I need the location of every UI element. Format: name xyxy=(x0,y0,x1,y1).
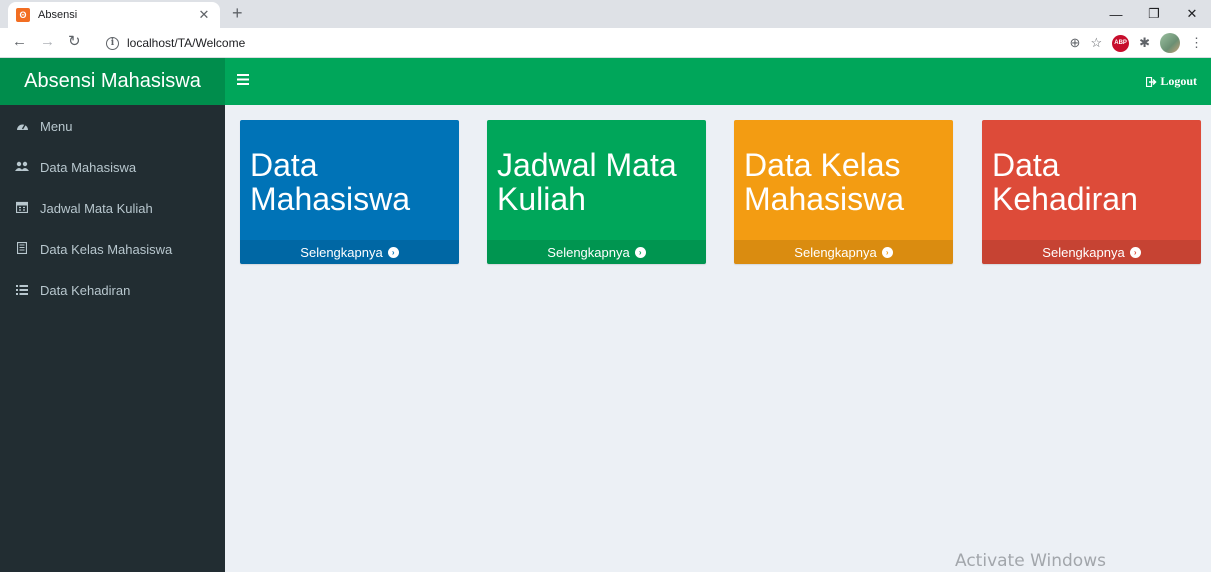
sidebar-item-data-kehadiran[interactable]: Data Kehadiran xyxy=(0,270,225,311)
browser-tab[interactable]: ʘ Absensi ✕ xyxy=(8,2,220,28)
info-box-data-kehadiran: Data Kehadiran Selengkapnya › xyxy=(982,120,1201,264)
dashboard-icon xyxy=(15,120,29,134)
top-navbar: Logout xyxy=(225,58,1211,105)
bookmark-star-icon[interactable]: ☆ xyxy=(1090,34,1102,52)
sidebar-item-label: Data Kelas Mahasiswa xyxy=(40,242,173,257)
sidebar-item-jadwal-mata-kuliah[interactable]: Jadwal Mata Kuliah xyxy=(0,188,225,229)
arrow-circle-right-icon: › xyxy=(881,246,893,258)
minimize-button[interactable]: — xyxy=(1097,0,1135,28)
arrow-circle-right-icon: › xyxy=(634,246,646,258)
restore-button[interactable]: ❐ xyxy=(1135,0,1173,28)
adblock-plus-icon[interactable]: ABP xyxy=(1112,34,1130,52)
footer-label: Selengkapnya xyxy=(547,244,630,260)
sidebar-item-menu[interactable]: Menu xyxy=(0,106,225,147)
more-info-link[interactable]: Selengkapnya › xyxy=(240,240,459,264)
box-title: Data Kelas Mahasiswa xyxy=(744,147,905,217)
sidebar: Menu Data Mahasiswa Jadwal Mata Kuliah D… xyxy=(0,105,225,572)
zoom-icon[interactable]: ⊕ xyxy=(1070,34,1081,52)
browser-tab-bar: ʘ Absensi ✕ + — ❐ ✕ xyxy=(0,0,1211,28)
calendar-icon xyxy=(15,201,29,216)
tab-title: Absensi xyxy=(38,9,78,21)
profile-avatar[interactable] xyxy=(1160,33,1180,53)
book-icon xyxy=(15,241,29,257)
info-box-jadwal-mata-kuliah: Jadwal Mata Kuliah Selengkapnya › xyxy=(487,120,706,264)
extension-icons: ⊕ ☆ ABP ✱ ⋮ xyxy=(1070,33,1203,53)
bars-icon[interactable] xyxy=(237,72,249,90)
footer-label: Selengkapnya xyxy=(300,244,383,260)
sidebar-item-data-mahasiswa[interactable]: Data Mahasiswa xyxy=(0,147,225,188)
sidebar-item-label: Data Kehadiran xyxy=(40,283,131,298)
url-text[interactable]: localhost/TA/Welcome xyxy=(127,36,245,50)
forward-icon[interactable]: → xyxy=(40,33,55,51)
more-info-link[interactable]: Selengkapnya › xyxy=(487,240,706,264)
close-window-button[interactable]: ✕ xyxy=(1173,0,1211,28)
address-bar[interactable]: i localhost/TA/Welcome xyxy=(96,32,1086,54)
list-icon xyxy=(15,284,29,298)
logout-button[interactable]: Logout xyxy=(1146,74,1197,89)
more-info-link[interactable]: Selengkapnya › xyxy=(734,240,953,264)
info-box-data-mahasiswa: Data Mahasiswa Selengkapnya › xyxy=(240,120,459,264)
arrow-circle-right-icon: › xyxy=(1129,246,1141,258)
footer-label: Selengkapnya xyxy=(794,244,877,260)
more-info-link[interactable]: Selengkapnya › xyxy=(982,240,1201,264)
info-icon[interactable]: i xyxy=(106,36,119,50)
sign-out-icon xyxy=(1146,76,1157,87)
arrow-circle-right-icon: › xyxy=(387,246,399,258)
sidebar-item-data-kelas-mahasiswa[interactable]: Data Kelas Mahasiswa xyxy=(0,229,225,270)
sidebar-item-label: Jadwal Mata Kuliah xyxy=(40,201,153,216)
main-content: Data Mahasiswa Selengkapnya › Jadwal Mat… xyxy=(225,105,1211,572)
box-title: Jadwal Mata Kuliah xyxy=(497,147,677,217)
extensions-puzzle-icon[interactable]: ✱ xyxy=(1139,34,1150,52)
xampp-favicon-icon: ʘ xyxy=(16,8,30,22)
reload-icon[interactable]: ↻ xyxy=(68,33,81,51)
sidebar-item-label: Menu xyxy=(40,119,73,134)
back-icon[interactable]: ← xyxy=(12,33,27,51)
kebab-menu-icon[interactable]: ⋮ xyxy=(1190,34,1203,52)
logout-label: Logout xyxy=(1160,74,1197,88)
window-controls: — ❐ ✕ xyxy=(1097,0,1211,28)
box-title: Data Mahasiswa xyxy=(250,147,411,217)
browser-toolbar: ← → ↻ i localhost/TA/Welcome ⊕ ☆ ABP ✱ ⋮ xyxy=(0,28,1211,58)
tab-close-icon[interactable]: ✕ xyxy=(196,7,212,23)
users-icon xyxy=(15,161,29,175)
footer-label: Selengkapnya xyxy=(1042,244,1125,260)
info-box-data-kelas-mahasiswa: Data Kelas Mahasiswa Selengkapnya › xyxy=(734,120,953,264)
new-tab-button[interactable]: + xyxy=(232,4,243,22)
app-brand[interactable]: Absensi Mahasiswa xyxy=(0,58,225,105)
box-title: Data Kehadiran xyxy=(992,147,1138,217)
activate-windows-watermark: Activate Windows xyxy=(955,551,1106,571)
sidebar-item-label: Data Mahasiswa xyxy=(40,160,137,175)
